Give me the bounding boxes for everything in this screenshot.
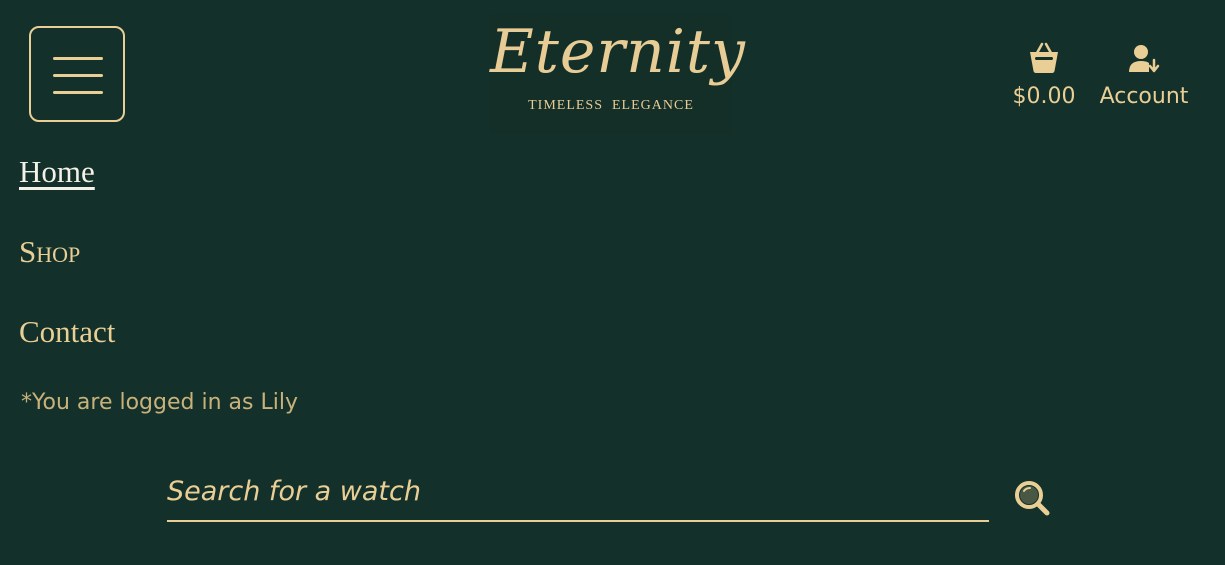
logo-wordmark: Eternity — [490, 17, 746, 87]
cart-button[interactable]: $0.00 — [1008, 40, 1080, 109]
search-icon — [1012, 481, 1052, 522]
nav-link-shop[interactable]: Shop — [19, 230, 115, 310]
account-label: Account — [1099, 84, 1189, 109]
cart-total: $0.00 — [1012, 84, 1076, 109]
search-input[interactable] — [167, 462, 989, 520]
logo-tagline: TIMELESS ELEGANCE — [528, 98, 694, 113]
nav-link-home[interactable]: Home — [19, 150, 115, 230]
search-field — [167, 462, 989, 522]
account-button[interactable]: Account — [1099, 40, 1189, 109]
logo[interactable]: Eternity TIMELESS ELEGANCE — [490, 14, 746, 134]
menu-button[interactable] — [29, 26, 125, 122]
nav-link-contact[interactable]: Contact — [19, 310, 115, 390]
user-download-icon — [1099, 40, 1189, 74]
logged-in-status: *You are logged in as Lily — [21, 390, 298, 415]
shopping-basket-icon — [1008, 40, 1080, 74]
search-button[interactable] — [1012, 478, 1052, 518]
main-nav: Home Shop Contact — [19, 150, 115, 390]
